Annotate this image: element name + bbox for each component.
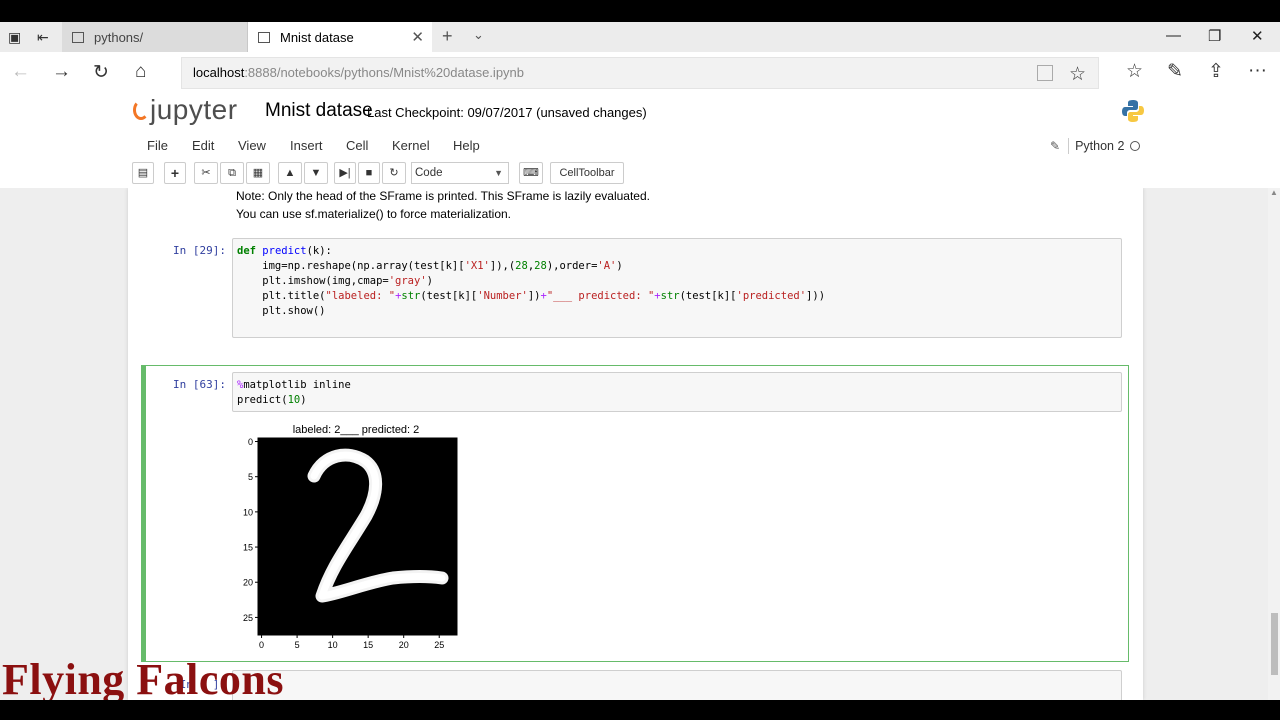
y-tick-label: 10 — [243, 507, 253, 517]
menu-edit[interactable]: Edit — [192, 138, 214, 153]
paste-icon[interactable]: ▦ — [246, 162, 270, 184]
page-icon — [72, 31, 84, 43]
reading-view-icon[interactable] — [1037, 65, 1053, 81]
notebook-name[interactable]: Mnist datase — [265, 100, 373, 122]
jupyter-logo-icon — [133, 100, 149, 120]
divider — [1068, 138, 1070, 154]
celltoolbar-button[interactable]: CellToolbar — [550, 162, 624, 184]
kernel-indicator: ✎ Python 2 — [1050, 138, 1141, 154]
menu-cell[interactable]: Cell — [346, 138, 368, 153]
y-axis-ticks: 0 5 10 15 20 25 — [243, 437, 258, 623]
cell-29-prompt: In [29]: — [173, 244, 226, 257]
restore-icon[interactable]: ❐ — [1208, 27, 1221, 45]
save-icon[interactable]: ▤ — [132, 162, 154, 184]
jupyter-logo-text[interactable]: jupyter — [150, 94, 238, 126]
y-tick-label: 15 — [243, 543, 253, 553]
move-up-icon[interactable]: ▲ — [278, 162, 302, 184]
new-tab-icon[interactable]: + — [442, 26, 453, 47]
cell-type-select[interactable]: Code ▼ — [411, 162, 509, 184]
home-icon[interactable]: ⌂ — [135, 61, 146, 83]
x-tick-label: 5 — [295, 640, 300, 650]
chevron-down-icon: ▼ — [494, 168, 503, 178]
vertical-scrollbar[interactable]: ▲ — [1268, 188, 1280, 700]
url-path: :8888/notebooks/pythons/Mnist%20datase.i… — [244, 65, 525, 80]
jupyter-header: jupyter Mnist datase Last Checkpoint: 09… — [0, 94, 1280, 138]
y-tick-label: 0 — [248, 437, 253, 447]
cell-29-code-input[interactable]: def predict(k): img=np.reshape(np.array(… — [232, 238, 1122, 338]
y-tick-label: 25 — [243, 613, 253, 623]
restart-kernel-icon[interactable]: ↻ — [382, 162, 406, 184]
menu-view[interactable]: View — [238, 138, 266, 153]
menu-bar: File Edit View Insert Cell Kernel Help — [132, 138, 1146, 162]
close-tab-icon[interactable]: ✕ — [411, 28, 424, 46]
x-tick-label: 10 — [328, 640, 338, 650]
browser-window: ▣ ⇤ pythons/ Mnist datase ✕ + ⌄ — ❐ ✕ ← … — [0, 22, 1280, 700]
address-input[interactable]: localhost:8888/notebooks/pythons/Mnist%2… — [181, 57, 1099, 89]
cell-29-code: def predict(k): img=np.reshape(np.array(… — [237, 245, 826, 317]
tab-mnist[interactable]: Mnist datase ✕ — [248, 22, 432, 52]
cut-icon[interactable]: ✂ — [194, 162, 218, 184]
notebook-area: Note: Only the head of the SFrame is pri… — [0, 188, 1280, 700]
menu-insert[interactable]: Insert — [290, 138, 323, 153]
cell-63-prompt: In [63]: — [173, 378, 226, 391]
web-note-icon[interactable]: ✎ — [1167, 60, 1183, 83]
kernel-idle-icon — [1130, 141, 1141, 151]
screen-top-border — [0, 0, 1280, 22]
cell-63-code-input[interactable]: %matplotlib inline predict(10) — [232, 372, 1122, 412]
python-logo-icon — [1122, 100, 1144, 122]
favorite-star-icon[interactable]: ☆ — [1069, 60, 1086, 90]
forward-icon[interactable]: → — [52, 61, 71, 83]
screen-bottom-border — [0, 700, 1280, 720]
scrollbar-thumb[interactable] — [1271, 613, 1278, 675]
menu-help[interactable]: Help — [453, 138, 480, 153]
move-down-icon[interactable]: ▼ — [304, 162, 328, 184]
command-palette-icon[interactable]: ⌨ — [519, 162, 543, 184]
notebook-page: Note: Only the head of the SFrame is pri… — [128, 188, 1143, 700]
y-tick-label: 20 — [243, 578, 253, 588]
x-tick-label: 20 — [399, 640, 409, 650]
url-host: localhost — [193, 65, 245, 80]
empty-cell-code-input[interactable] — [232, 670, 1122, 700]
menu-file[interactable]: File — [147, 138, 168, 153]
tab-actions-icon[interactable]: ▣ — [8, 29, 21, 46]
favorites-hub-icon[interactable]: ☆ — [1126, 60, 1143, 83]
scroll-up-icon[interactable]: ▲ — [1270, 188, 1278, 197]
page-icon — [258, 31, 270, 43]
x-tick-label: 25 — [434, 640, 444, 650]
edit-mode-pencil-icon: ✎ — [1050, 139, 1061, 153]
plot-title: labeled: 2___ predicted: 2 — [293, 424, 420, 436]
mnist-plot: labeled: 2___ predicted: 2 0 5 10 15 20 25 0 5… — [243, 424, 458, 650]
cell-63-code: %matplotlib inline predict(10) — [237, 379, 351, 406]
close-window-icon[interactable]: ✕ — [1251, 27, 1264, 45]
interrupt-icon[interactable]: ■ — [358, 162, 380, 184]
output-note-line-1: Note: Only the head of the SFrame is pri… — [236, 189, 650, 203]
tab-preview-chevron-icon[interactable]: ⌄ — [473, 27, 484, 43]
checkpoint-status: Last Checkpoint: 09/07/2017 (unsaved cha… — [367, 105, 647, 120]
output-note-line-2: You can use sf.materialize() to force ma… — [236, 207, 512, 221]
set-tabs-aside-icon[interactable]: ⇤ — [37, 29, 49, 46]
x-tick-label: 15 — [363, 640, 373, 650]
more-icon[interactable]: ··· — [1248, 60, 1267, 82]
x-tick-label: 0 — [259, 640, 264, 650]
kernel-name[interactable]: Python 2 — [1075, 139, 1124, 153]
minimize-icon[interactable]: — — [1166, 27, 1181, 44]
x-axis-ticks: 0 5 10 15 20 25 — [259, 635, 444, 650]
watermark-text: Flying Falcons — [2, 655, 285, 700]
menu-kernel[interactable]: Kernel — [392, 138, 430, 153]
refresh-icon[interactable]: ↻ — [93, 61, 109, 84]
cell-type-value: Code — [415, 167, 443, 179]
y-tick-label: 5 — [248, 472, 253, 482]
share-icon[interactable]: ⇪ — [1208, 60, 1224, 83]
tab-bar: ▣ ⇤ pythons/ Mnist datase ✕ + ⌄ — ❐ ✕ — [0, 22, 1280, 52]
copy-icon[interactable]: ⧉ — [220, 162, 244, 184]
back-icon[interactable]: ← — [11, 61, 30, 83]
notebook-toolbar: ▤ + ✂ ⧉ ▦ ▲ ▼ ▶| ■ ↻ Code ▼ ⌨ CellToolba… — [132, 162, 1146, 186]
tab-label: Mnist datase — [280, 29, 354, 45]
address-bar-row: ← → ↻ ⌂ localhost:8888/notebooks/pythons… — [0, 52, 1280, 94]
insert-cell-icon[interactable]: + — [164, 162, 186, 184]
tab-pythons[interactable]: pythons/ — [62, 22, 248, 52]
run-cell-icon[interactable]: ▶| — [334, 162, 356, 184]
tab-label: pythons/ — [94, 29, 144, 45]
